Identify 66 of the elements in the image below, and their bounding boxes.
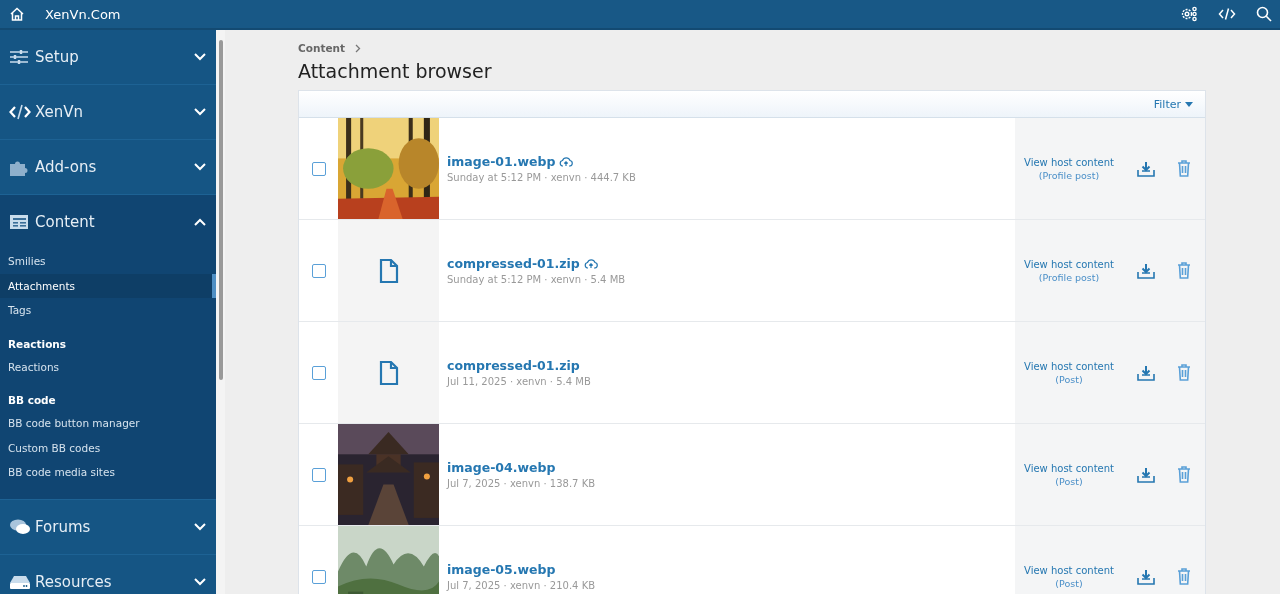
- sidebar-section[interactable]: Forums: [0, 499, 216, 554]
- host-content-link[interactable]: View host content: [1024, 360, 1114, 372]
- trash-icon[interactable]: [1177, 568, 1191, 585]
- sidebar-section[interactable]: XenVn: [0, 85, 216, 139]
- sidebar-section[interactable]: Add-ons: [0, 140, 216, 194]
- checkbox[interactable]: [311, 569, 326, 584]
- chat-icon: [9, 517, 33, 536]
- trash-icon[interactable]: [1177, 466, 1191, 483]
- download-icon[interactable]: [1137, 160, 1155, 177]
- file-meta: Sunday at 5:12 PM · xenvn · 5.4 MB: [447, 274, 627, 285]
- trash-icon[interactable]: [1177, 364, 1191, 381]
- file-name-link[interactable]: image-04.webp: [447, 460, 556, 475]
- code-icon: [9, 104, 33, 120]
- group-heading: BB code: [7, 393, 57, 408]
- trash-icon[interactable]: [1177, 262, 1191, 279]
- sidebar-link[interactable]: Custom BB codes: [0, 435, 216, 460]
- host-type: (Post): [1055, 577, 1083, 589]
- sidebar-link[interactable]: BB code button manager: [0, 411, 216, 436]
- file-meta: Jul 7, 2025 · xenvn · 210.4 KB: [447, 580, 597, 591]
- host-type: (Post): [1055, 373, 1083, 385]
- download-icon[interactable]: [1137, 262, 1155, 279]
- sidebar-link[interactable]: Smilies: [0, 249, 216, 274]
- sidebar-link[interactable]: Tags: [0, 298, 216, 323]
- host-type: (Post): [1055, 475, 1083, 487]
- search-icon[interactable]: [1256, 6, 1272, 22]
- scrollbar[interactable]: [216, 30, 225, 594]
- file-name-link[interactable]: compressed-01.zip: [447, 358, 580, 373]
- filter-button[interactable]: Filter: [1151, 95, 1195, 113]
- page-title: Attachment browser: [298, 60, 493, 82]
- checkbox[interactable]: [311, 263, 326, 278]
- file-meta: Jul 7, 2025 · xenvn · 138.7 KB: [447, 478, 597, 489]
- breadcrumb-link[interactable]: Content: [298, 42, 346, 54]
- checkbox[interactable]: [311, 365, 326, 380]
- site-title[interactable]: XenVn.Com: [45, 6, 121, 22]
- sidebar-section[interactable]: Setup: [0, 30, 216, 84]
- file-name-link[interactable]: compressed-01.zip: [447, 256, 580, 271]
- file-icon: [378, 257, 399, 284]
- trash-icon[interactable]: [1177, 160, 1191, 177]
- group-heading: Reactions: [7, 336, 68, 352]
- settings-icon[interactable]: [1180, 6, 1198, 22]
- code-icon[interactable]: [1218, 7, 1236, 21]
- host-content-link[interactable]: View host content: [1024, 462, 1114, 474]
- download-icon[interactable]: [1137, 568, 1155, 585]
- host-content-link[interactable]: View host content: [1024, 156, 1114, 168]
- host-content-link[interactable]: View host content: [1024, 564, 1114, 576]
- caret-icon: [1185, 101, 1193, 107]
- file-meta: Sunday at 5:12 PM · xenvn · 444.7 KB: [447, 172, 637, 183]
- download-icon[interactable]: [1137, 364, 1155, 381]
- file-meta: Jul 11, 2025 · xenvn · 5.4 MB: [447, 376, 592, 387]
- sidebar-section[interactable]: Content: [0, 195, 216, 249]
- chevron-right-icon: [355, 43, 362, 53]
- drive-icon: [9, 573, 33, 590]
- file-icon: [378, 359, 399, 386]
- checkbox[interactable]: [311, 161, 326, 176]
- checkbox[interactable]: [311, 467, 326, 482]
- sidebar-link[interactable]: BB code media sites: [0, 460, 216, 485]
- home-icon[interactable]: [9, 6, 25, 22]
- sidebar-link[interactable]: Reactions: [0, 354, 216, 379]
- file-name-link[interactable]: image-05.webp: [447, 562, 556, 577]
- sidebar-link[interactable]: Attachments: [0, 273, 216, 298]
- host-type: (Profile post): [1038, 169, 1100, 181]
- host-content-link[interactable]: View host content: [1024, 258, 1114, 270]
- host-type: (Profile post): [1038, 271, 1100, 283]
- download-icon[interactable]: [1137, 466, 1155, 483]
- file-name-link[interactable]: image-01.webp: [447, 154, 556, 169]
- sidebar-section[interactable]: Resources: [0, 554, 216, 594]
